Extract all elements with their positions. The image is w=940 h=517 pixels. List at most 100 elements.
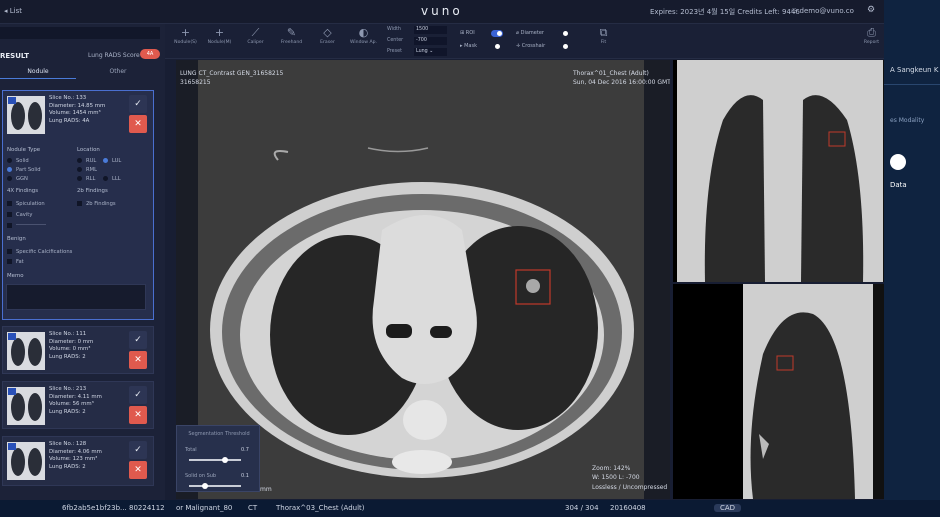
checkbox-spiculation[interactable]: Spiculation — [7, 201, 45, 207]
checkbox-calcifications[interactable]: Specific Calcifications — [7, 249, 72, 255]
thumbnail-tag — [8, 333, 16, 340]
total-slider[interactable] — [189, 457, 241, 463]
confirm-button[interactable]: ✓ — [129, 331, 147, 349]
tab-nodule[interactable]: Nodule — [0, 68, 76, 79]
zoom-level: Zoom: 142% — [592, 465, 631, 472]
lung-rads: Lung RADS: 4A — [49, 117, 90, 124]
thumbnail-tag — [8, 97, 16, 104]
total-value: 0.7 — [241, 447, 249, 453]
sagittal-ct-image — [743, 284, 890, 499]
background-app: A Sangkeun K es Modality Data — [884, 0, 940, 517]
slice-no: Slice No.: 128 — [49, 441, 87, 447]
total-slider-knob[interactable] — [222, 457, 229, 463]
nodule-card[interactable]: Slice No.: 213 Diameter: 4.11 mm Volume:… — [2, 381, 154, 429]
freehand-tool[interactable]: ✎ Freehand — [275, 26, 308, 45]
result-header: RESULT Lung RADS Score 4A — [0, 47, 165, 65]
diameter-toggle[interactable] — [563, 31, 568, 36]
reject-button[interactable]: ✕ — [129, 115, 147, 133]
radio-rul[interactable]: RUL — [77, 158, 96, 164]
segmentation-title: Segmentation Threshold — [188, 431, 250, 437]
reject-button[interactable]: ✕ — [129, 351, 147, 369]
checkbox-cavity[interactable]: Cavity — [7, 212, 32, 218]
cad-badge: CAD — [714, 504, 742, 512]
roi-toggle[interactable] — [491, 30, 503, 37]
nodule-thumbnail — [7, 442, 45, 480]
lung-rads: Lung RADS: 2 — [49, 353, 86, 360]
fit-icon: ⧉ — [599, 26, 608, 39]
caliper-tool[interactable]: ⟋ Caliper — [239, 26, 272, 45]
diameter: Diameter: 4.11 mm — [49, 393, 102, 400]
radio-lul[interactable]: LUL — [103, 158, 121, 164]
radio-lll[interactable]: LLL — [103, 176, 121, 182]
solid-slider[interactable] — [189, 483, 241, 489]
window-tool[interactable]: ◐ Window Ap. — [347, 26, 380, 45]
row-cell: 6fb2ab5e1bf23b... — [62, 504, 127, 512]
reject-button[interactable]: ✕ — [129, 406, 147, 424]
tool-label: Freehand — [280, 40, 303, 45]
nodule-thumbnail — [7, 387, 45, 425]
preset-select[interactable]: Lung ⌄ — [414, 48, 447, 56]
nodule-info: Slice No.: 213 Diameter: 4.11 mm Volume:… — [49, 386, 102, 416]
app-window: ◂ List vuno Expires: 2023년 4월 15일 Credit… — [0, 0, 890, 500]
radio-part-solid[interactable]: Part Solid — [7, 167, 41, 173]
checkbox-other[interactable] — [7, 223, 46, 229]
window-level: W: 1500 L: -700 — [592, 474, 640, 481]
mask-toggle[interactable] — [495, 44, 500, 49]
radio-solid[interactable]: Solid — [7, 158, 29, 164]
nodule-info: Slice No.: 111 Diameter: 0 mm Volume: 0 … — [49, 331, 93, 361]
tool-label: Window Ap. — [349, 40, 378, 45]
width-field[interactable]: 1500 — [414, 26, 447, 34]
diameter: Diameter: 14.85 mm — [49, 102, 106, 109]
checkbox-fat[interactable]: Fat — [7, 259, 24, 265]
scale-unit: mm — [260, 486, 272, 493]
memo-input[interactable] — [6, 284, 146, 310]
nodule-card[interactable]: Slice No.: 128 Diameter: 4.06 mm Volume:… — [2, 436, 154, 486]
center-field[interactable]: -700 — [414, 37, 447, 45]
nodule-s-tool[interactable]: + Nodule(S) — [169, 26, 202, 45]
tool-label: Nodule(S) — [174, 40, 197, 45]
volume: Volume: 123 mm³ — [49, 456, 98, 462]
row-cell: 80224112 — [129, 504, 165, 512]
pencil-icon: ✎ — [286, 26, 297, 39]
user-account[interactable]: ⚇ demo@vuno.co — [791, 7, 854, 15]
nodule-m-tool[interactable]: + Nodule(M) — [203, 26, 236, 45]
radio-rll[interactable]: RLL — [77, 176, 95, 182]
reject-button[interactable]: ✕ — [129, 461, 147, 479]
logo: vuno — [421, 4, 463, 18]
lung-rads: Lung RADS: 2 — [49, 408, 86, 415]
fit-button[interactable]: ⧉ Fit — [587, 26, 620, 45]
radio-rml[interactable]: RML — [77, 167, 97, 173]
checkbox-2b[interactable]: 2b Findings — [77, 201, 116, 207]
memo-title: Memo — [7, 273, 24, 279]
nodule-thumbnail — [7, 96, 45, 134]
nodule-thumbnail — [7, 332, 45, 370]
sagittal-viewer[interactable] — [673, 284, 890, 499]
eraser-icon: ◇ — [323, 26, 332, 39]
nodule-info: Slice No.: 128 Diameter: 4.06 mm Volume:… — [49, 441, 102, 471]
radio-ggn[interactable]: GGN — [7, 176, 28, 182]
solid-slider-knob[interactable] — [201, 483, 208, 489]
back-to-list-button[interactable]: ◂ List — [4, 7, 22, 15]
license-info: Expires: 2023년 4월 15일 Credits Left: 9446 — [650, 8, 800, 16]
crosshair-toggle[interactable] — [563, 44, 568, 49]
background-tabs: es Modality — [890, 117, 925, 124]
thumbnail-tag — [8, 443, 16, 450]
benign-title: Benign — [7, 236, 26, 242]
eraser-tool[interactable]: ◇ Eraser — [311, 26, 344, 45]
diameter: Diameter: 0 mm — [49, 338, 94, 345]
nodule-card[interactable]: Slice No.: 111 Diameter: 0 mm Volume: 0 … — [2, 326, 154, 374]
tool-label: Nodule(M) — [207, 40, 232, 45]
tab-other[interactable]: Other — [80, 68, 156, 75]
confirm-button[interactable]: ✓ — [129, 95, 147, 113]
nodule-info: Slice No.: 133 Diameter: 14.85 mm Volume… — [49, 95, 105, 125]
coronal-viewer[interactable] — [673, 60, 890, 282]
solid-label: Solid on Sub — [185, 473, 217, 479]
confirm-button[interactable]: ✓ — [129, 386, 147, 404]
result-tabs: Nodule Other — [0, 65, 165, 79]
result-panel: RESULT Lung RADS Score 4A Nodule Other S… — [0, 24, 165, 500]
nodule-type-title: Nodule Type — [7, 147, 41, 153]
row-cell: 304 / 304 — [565, 504, 599, 512]
findings-4x-title: 4X Findings — [7, 188, 39, 194]
gear-icon[interactable]: ⚙ — [867, 5, 875, 15]
confirm-button[interactable]: ✓ — [129, 441, 147, 459]
